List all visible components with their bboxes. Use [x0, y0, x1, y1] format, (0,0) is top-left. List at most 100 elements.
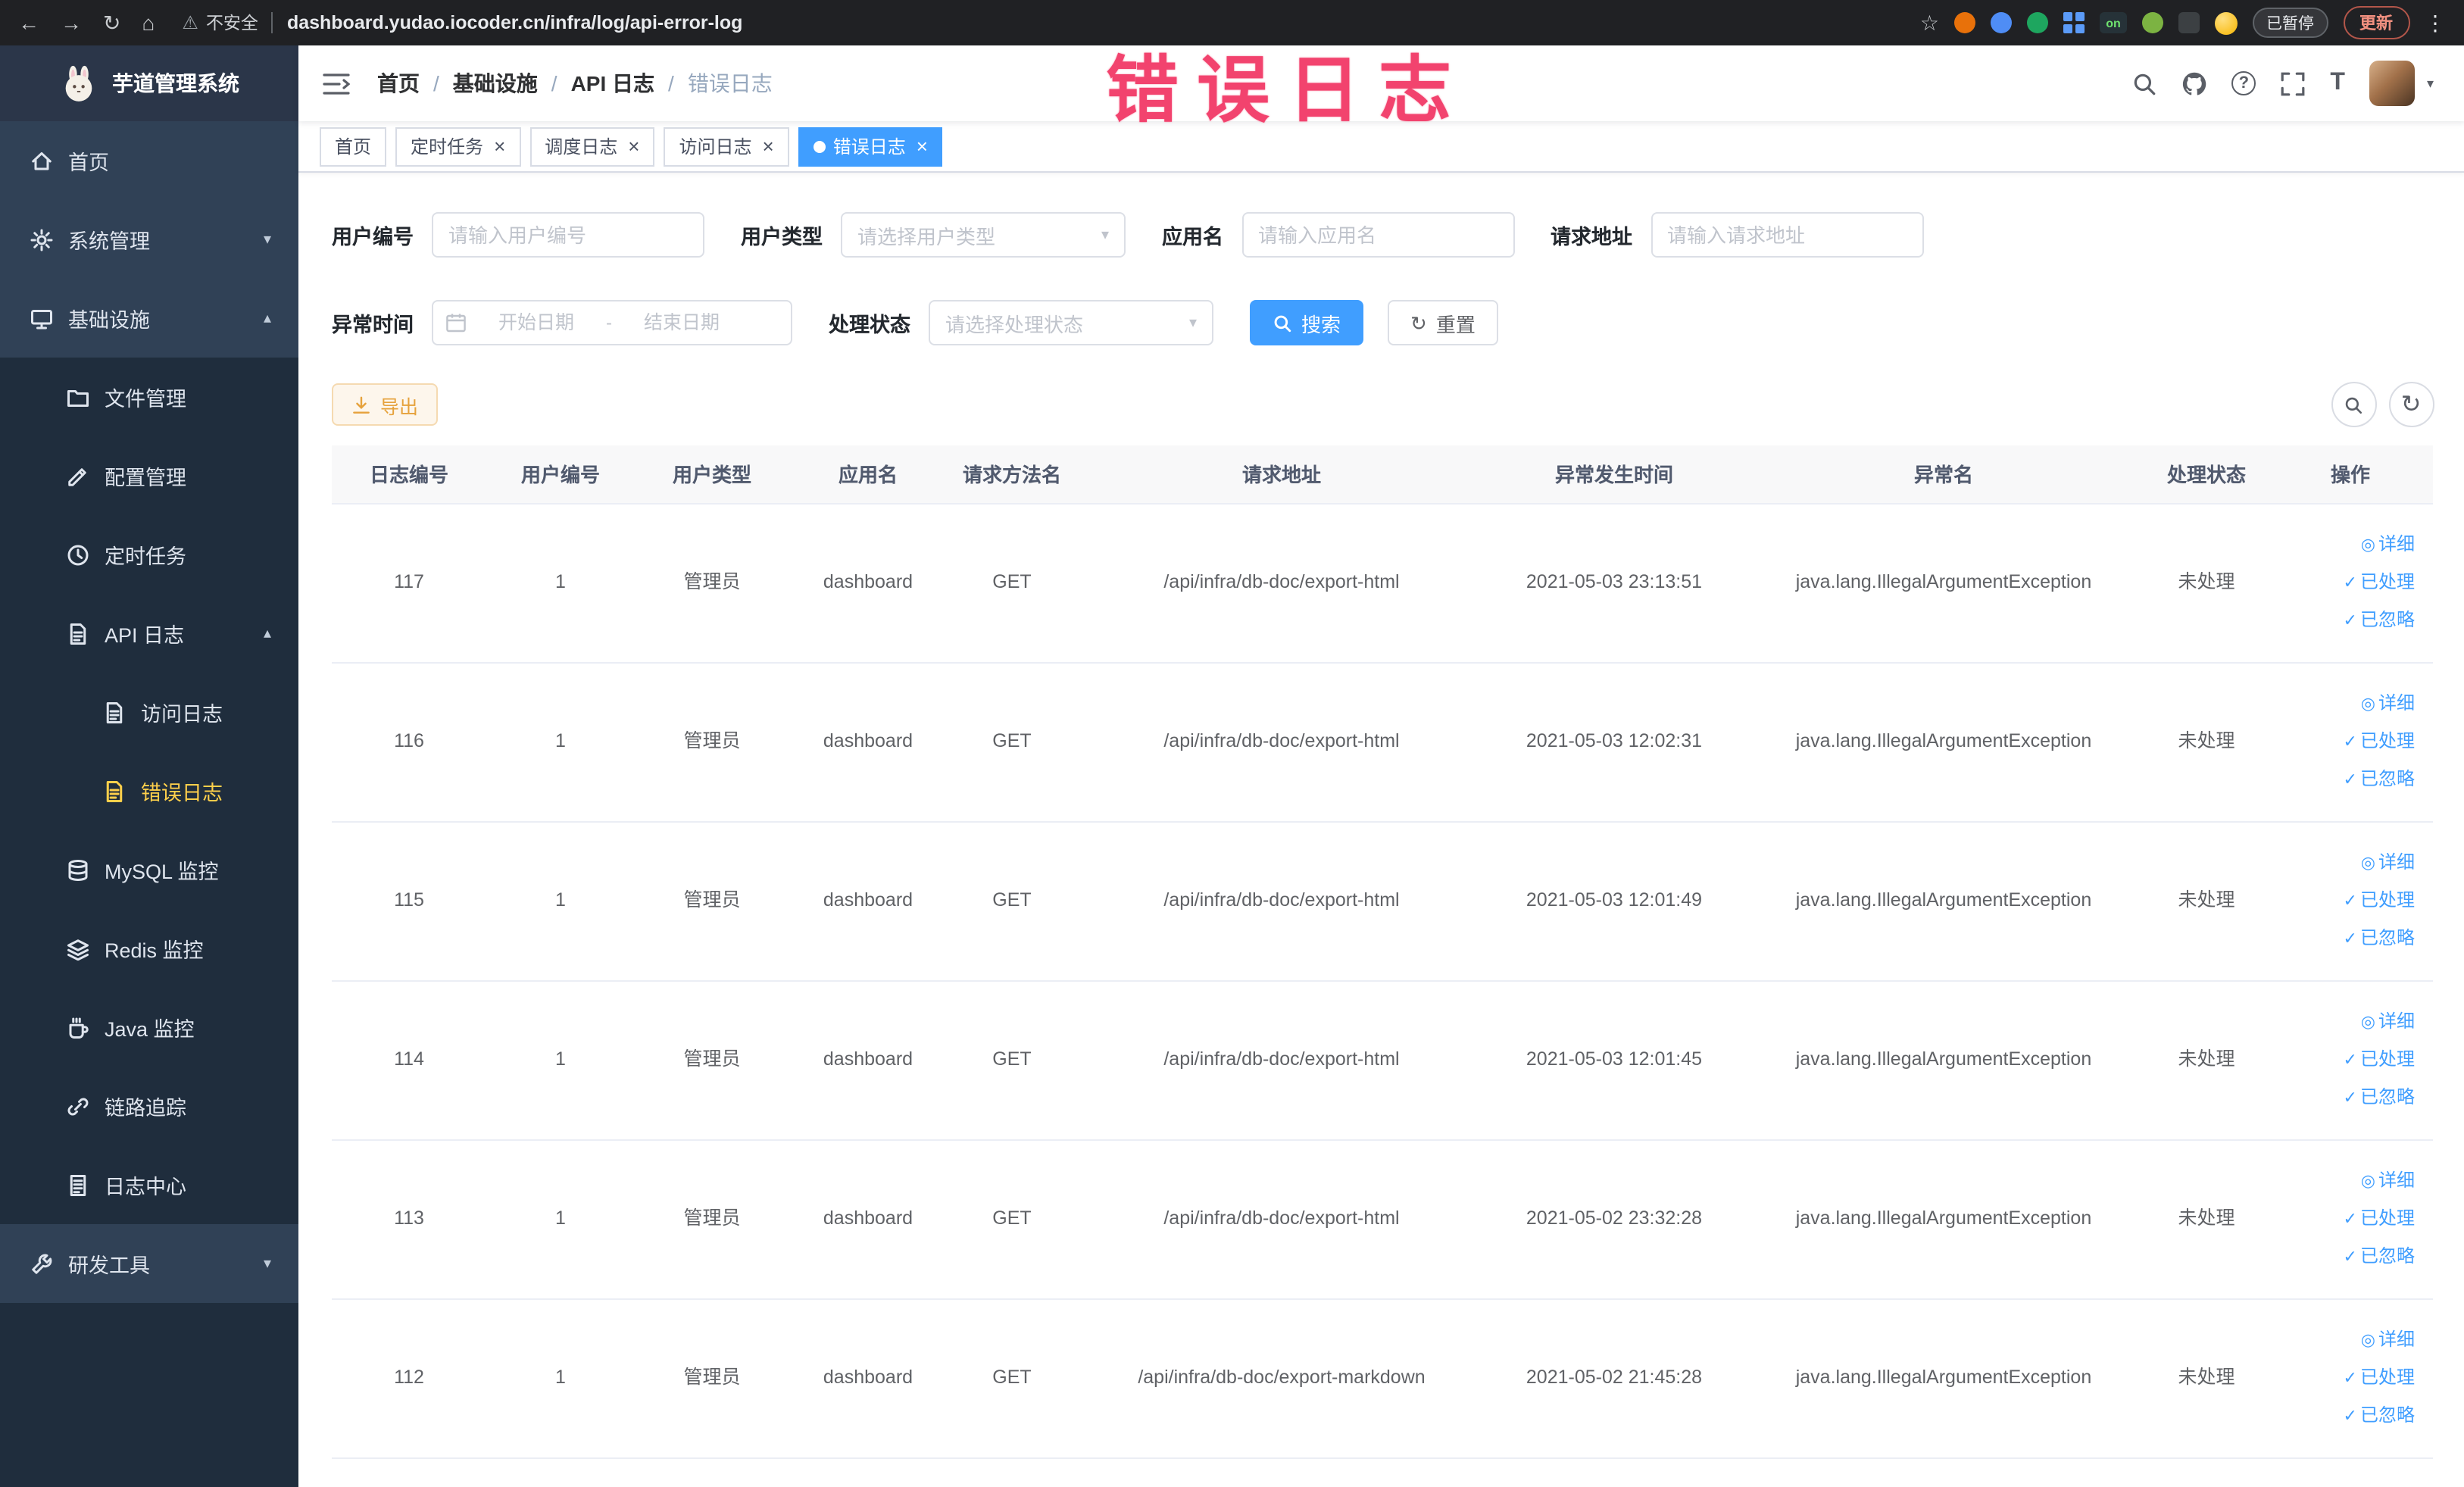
action-detail-link[interactable]: ◎ 详细 [2277, 1321, 2415, 1359]
logo[interactable]: 芋道管理系统 [0, 45, 298, 121]
tab-home[interactable]: 首页 [320, 127, 387, 166]
link-icon [67, 1095, 89, 1117]
emoji-extension-icon[interactable] [2215, 11, 2238, 34]
action-processed-link[interactable]: ✓ 已处理 [2277, 1200, 2415, 1238]
sidebar-item-mysql-monitor[interactable]: MySQL 监控 [0, 830, 298, 909]
check-icon: ✓ [2343, 1407, 2357, 1426]
font-size-icon[interactable]: T [2330, 70, 2345, 95]
sidebar-item-home[interactable]: 首页 [0, 121, 298, 200]
sidebar-item-dev-tools[interactable]: 研发工具 ▾ [0, 1224, 298, 1303]
table-row: 113 1 管理员 dashboard GET/api/infra/db-doc/exp… [332, 1139, 2433, 1299]
request-url-input[interactable] [1650, 212, 1923, 258]
close-tab-icon[interactable]: × [494, 136, 505, 156]
sidebar-item-scheduled-tasks[interactable]: 定时任务 [0, 515, 298, 594]
extension-icon[interactable] [2142, 12, 2163, 33]
extension-icon[interactable] [2027, 12, 2048, 33]
browser-menu-icon[interactable]: ⋮ [2425, 10, 2446, 36]
cell-app: dashboard [789, 1139, 947, 1299]
extension-icon[interactable] [2178, 12, 2200, 33]
forward-icon[interactable]: → [61, 11, 82, 35]
action-processed-link[interactable]: ✓ 已处理 [2277, 564, 2415, 601]
close-tab-icon[interactable]: × [628, 136, 639, 156]
action-ignored-link[interactable]: ✓ 已忽略 [2277, 1079, 2415, 1117]
extension-icon[interactable] [1954, 12, 1975, 33]
breadcrumb-separator: / [668, 71, 674, 95]
action-detail-link[interactable]: ◎ 详细 [2277, 1003, 2415, 1041]
sidebar-item-file-management[interactable]: 文件管理 [0, 358, 298, 436]
end-date-input[interactable] [620, 312, 744, 333]
tab-error-log[interactable]: 错误日志 × [798, 127, 943, 166]
filter-exception-time: 异常时间 - [332, 300, 792, 345]
sidebar-item-java-monitor[interactable]: Java 监控 [0, 988, 298, 1067]
tab-scheduled-tasks[interactable]: 定时任务 × [395, 127, 521, 166]
action-ignored-link[interactable]: ✓ 已忽略 [2277, 1397, 2415, 1435]
cell-id: 114 [332, 980, 486, 1140]
action-ignored-link[interactable]: ✓ 已忽略 [2277, 920, 2415, 957]
action-processed-link[interactable]: ✓ 已处理 [2277, 1041, 2415, 1079]
action-processed-link[interactable]: ✓ 已处理 [2277, 723, 2415, 761]
process-status-select[interactable]: 请选择处理状态 ▾ [929, 300, 1213, 345]
rabbit-logo-icon [59, 64, 98, 103]
security-label[interactable]: ⚠ 不安全 [182, 11, 258, 35]
sidebar-item-error-log[interactable]: 错误日志 [0, 751, 298, 830]
cell-actions: ◎ 详细 ✓ 已处理 ✓ 已忽略 [2268, 1139, 2433, 1299]
action-detail-link[interactable]: ◎ 详细 [2277, 844, 2415, 882]
help-icon[interactable]: ? [2231, 71, 2256, 95]
hamburger-icon[interactable] [323, 72, 350, 95]
bookmark-star-icon[interactable]: ☆ [1920, 10, 1939, 36]
user-type-select[interactable]: 请选择用户类型 ▾ [841, 212, 1126, 258]
sidebar-item-access-log[interactable]: 访问日志 [0, 673, 298, 751]
tab-label: 定时任务 [411, 136, 484, 158]
sidebar-menu: 首页 系统管理 ▾ 基础设施 ▴ 文件管理 配置管理 定时任务 API 日志 ▴ 访问日志 错误日志 M… [0, 121, 298, 1303]
table-row: 117 1 管理员 dashboard GET/api/infra/db-doc/exp… [332, 503, 2433, 663]
sidebar-item-system-management[interactable]: 系统管理 ▾ [0, 200, 298, 279]
fullscreen-icon[interactable] [2280, 70, 2306, 96]
breadcrumb-item-2[interactable]: API 日志 [571, 68, 654, 98]
doc-icon [67, 622, 89, 645]
action-ignored-link[interactable]: ✓ 已忽略 [2277, 1238, 2415, 1276]
action-detail-link[interactable]: ◎ 详细 [2277, 1162, 2415, 1200]
sidebar-item-log-center[interactable]: 日志中心 [0, 1145, 298, 1224]
download-icon [351, 395, 371, 414]
home-icon[interactable]: ⌂ [142, 11, 155, 35]
action-ignored-link[interactable]: ✓ 已忽略 [2277, 761, 2415, 798]
address-bar[interactable]: ⚠ 不安全 dashboard.yudao.iocoder.cn/infra/l… [182, 11, 1919, 35]
app-name-input[interactable] [1241, 212, 1514, 258]
search-button[interactable]: 搜索 [1250, 300, 1364, 345]
close-tab-icon[interactable]: × [917, 136, 928, 156]
sidebar-item-api-log[interactable]: API 日志 ▴ [0, 594, 298, 673]
close-tab-icon[interactable]: × [763, 136, 774, 156]
reload-icon[interactable]: ↻ [103, 10, 120, 36]
user-id-input[interactable] [432, 212, 704, 258]
start-date-input[interactable] [474, 312, 598, 333]
reset-button[interactable]: ↻ 重置 [1388, 300, 1498, 345]
toggle-search-button[interactable] [2331, 382, 2376, 427]
sidebar-item-trace[interactable]: 链路追踪 [0, 1067, 298, 1145]
search-icon[interactable] [2131, 70, 2157, 96]
extension-on-badge[interactable]: on [2100, 12, 2127, 33]
sidebar-item-config-management[interactable]: 配置管理 [0, 436, 298, 515]
chevron-down-icon[interactable]: ▾ [2427, 75, 2434, 92]
extension-icon[interactable] [1991, 12, 2012, 33]
back-icon[interactable]: ← [18, 11, 39, 35]
github-icon[interactable] [2181, 70, 2207, 96]
action-processed-link[interactable]: ✓ 已处理 [2277, 1359, 2415, 1397]
breadcrumb-item-1[interactable]: 基础设施 [453, 68, 538, 98]
update-button[interactable]: 更新 [2343, 6, 2409, 39]
date-range-picker[interactable]: - [432, 300, 792, 345]
action-detail-link[interactable]: ◎ 详细 [2277, 685, 2415, 723]
tab-access-log[interactable]: 访问日志 × [664, 127, 789, 166]
export-button[interactable]: 导出 [332, 383, 439, 426]
action-detail-link[interactable]: ◎ 详细 [2277, 526, 2415, 564]
column-header: 处理状态 [2145, 445, 2268, 504]
extension-grid-icon[interactable] [2063, 12, 2085, 33]
url-text[interactable]: dashboard.yudao.iocoder.cn/infra/log/api… [287, 12, 742, 33]
sidebar-item-redis-monitor[interactable]: Redis 监控 [0, 909, 298, 988]
action-ignored-link[interactable]: ✓ 已忽略 [2277, 601, 2415, 639]
avatar[interactable] [2369, 61, 2415, 106]
sidebar-item-infrastructure[interactable]: 基础设施 ▴ [0, 279, 298, 358]
action-processed-link[interactable]: ✓ 已处理 [2277, 882, 2415, 920]
breadcrumb-item-0[interactable]: 首页 [377, 68, 420, 98]
refresh-table-button[interactable]: ↻ [2388, 382, 2434, 427]
tab-schedule-log[interactable]: 调度日志 × [529, 127, 655, 166]
